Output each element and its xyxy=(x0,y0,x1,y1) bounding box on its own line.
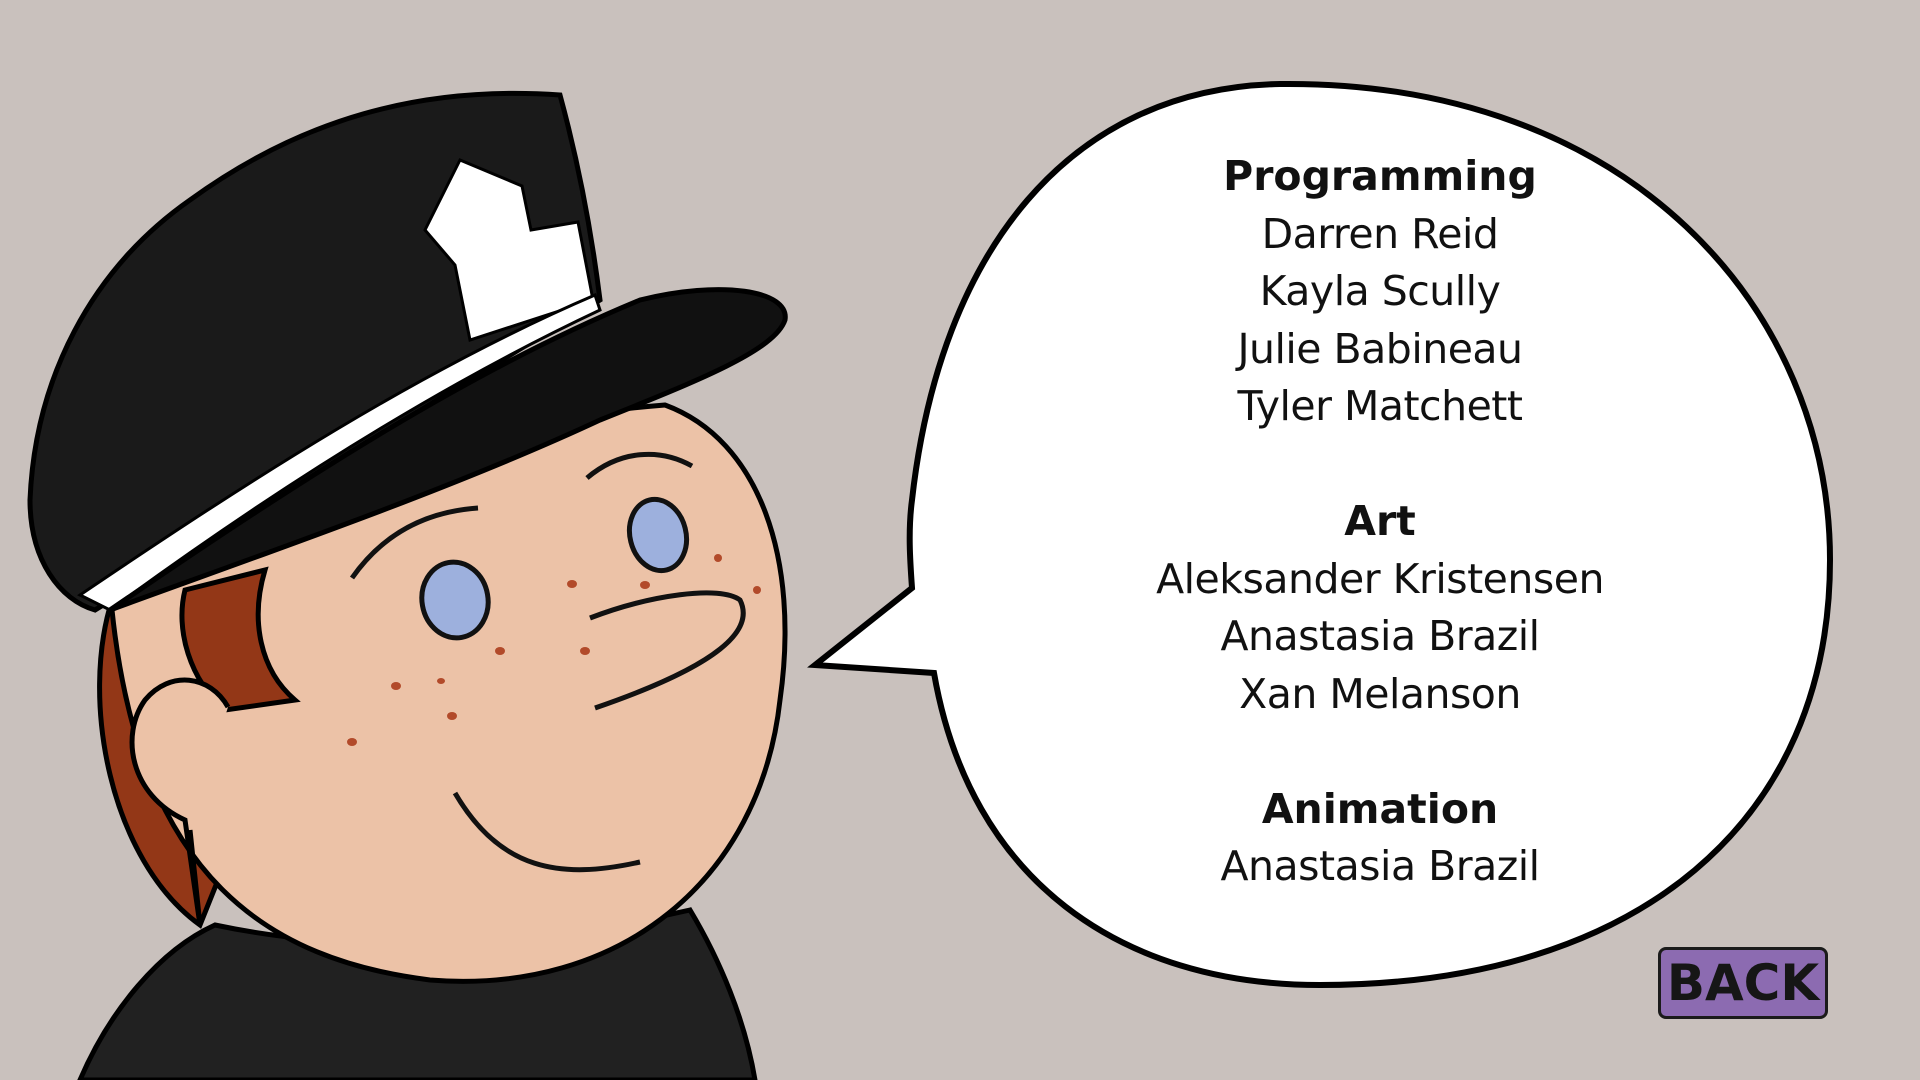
credits-section-programming: Programming Darren Reid Kayla Scully Jul… xyxy=(1080,148,1680,436)
credit-name: Kayla Scully xyxy=(1259,267,1501,315)
section-heading: Programming xyxy=(1223,152,1537,200)
credit-name: Anastasia Brazil xyxy=(1220,842,1540,890)
credit-name: Tyler Matchett xyxy=(1237,382,1523,430)
section-heading: Art xyxy=(1344,497,1416,545)
credits-section-art: Art Aleksander Kristensen Anastasia Braz… xyxy=(1080,493,1680,723)
credits-screen: Programming Darren Reid Kayla Scully Jul… xyxy=(0,0,1920,1080)
credit-name: Anastasia Brazil xyxy=(1220,612,1540,660)
credit-name: Xan Melanson xyxy=(1239,669,1521,718)
back-button[interactable]: BACK xyxy=(1658,947,1828,1019)
credits-section-animation: Animation Anastasia Brazil xyxy=(1080,781,1680,896)
credit-name: Aleksander Kristensen xyxy=(1156,554,1604,603)
credit-name: Darren Reid xyxy=(1261,209,1499,258)
credit-name: Julie Babineau xyxy=(1237,324,1523,373)
credits-list: Programming Darren Reid Kayla Scully Jul… xyxy=(1080,148,1680,896)
section-heading: Animation xyxy=(1261,784,1499,833)
